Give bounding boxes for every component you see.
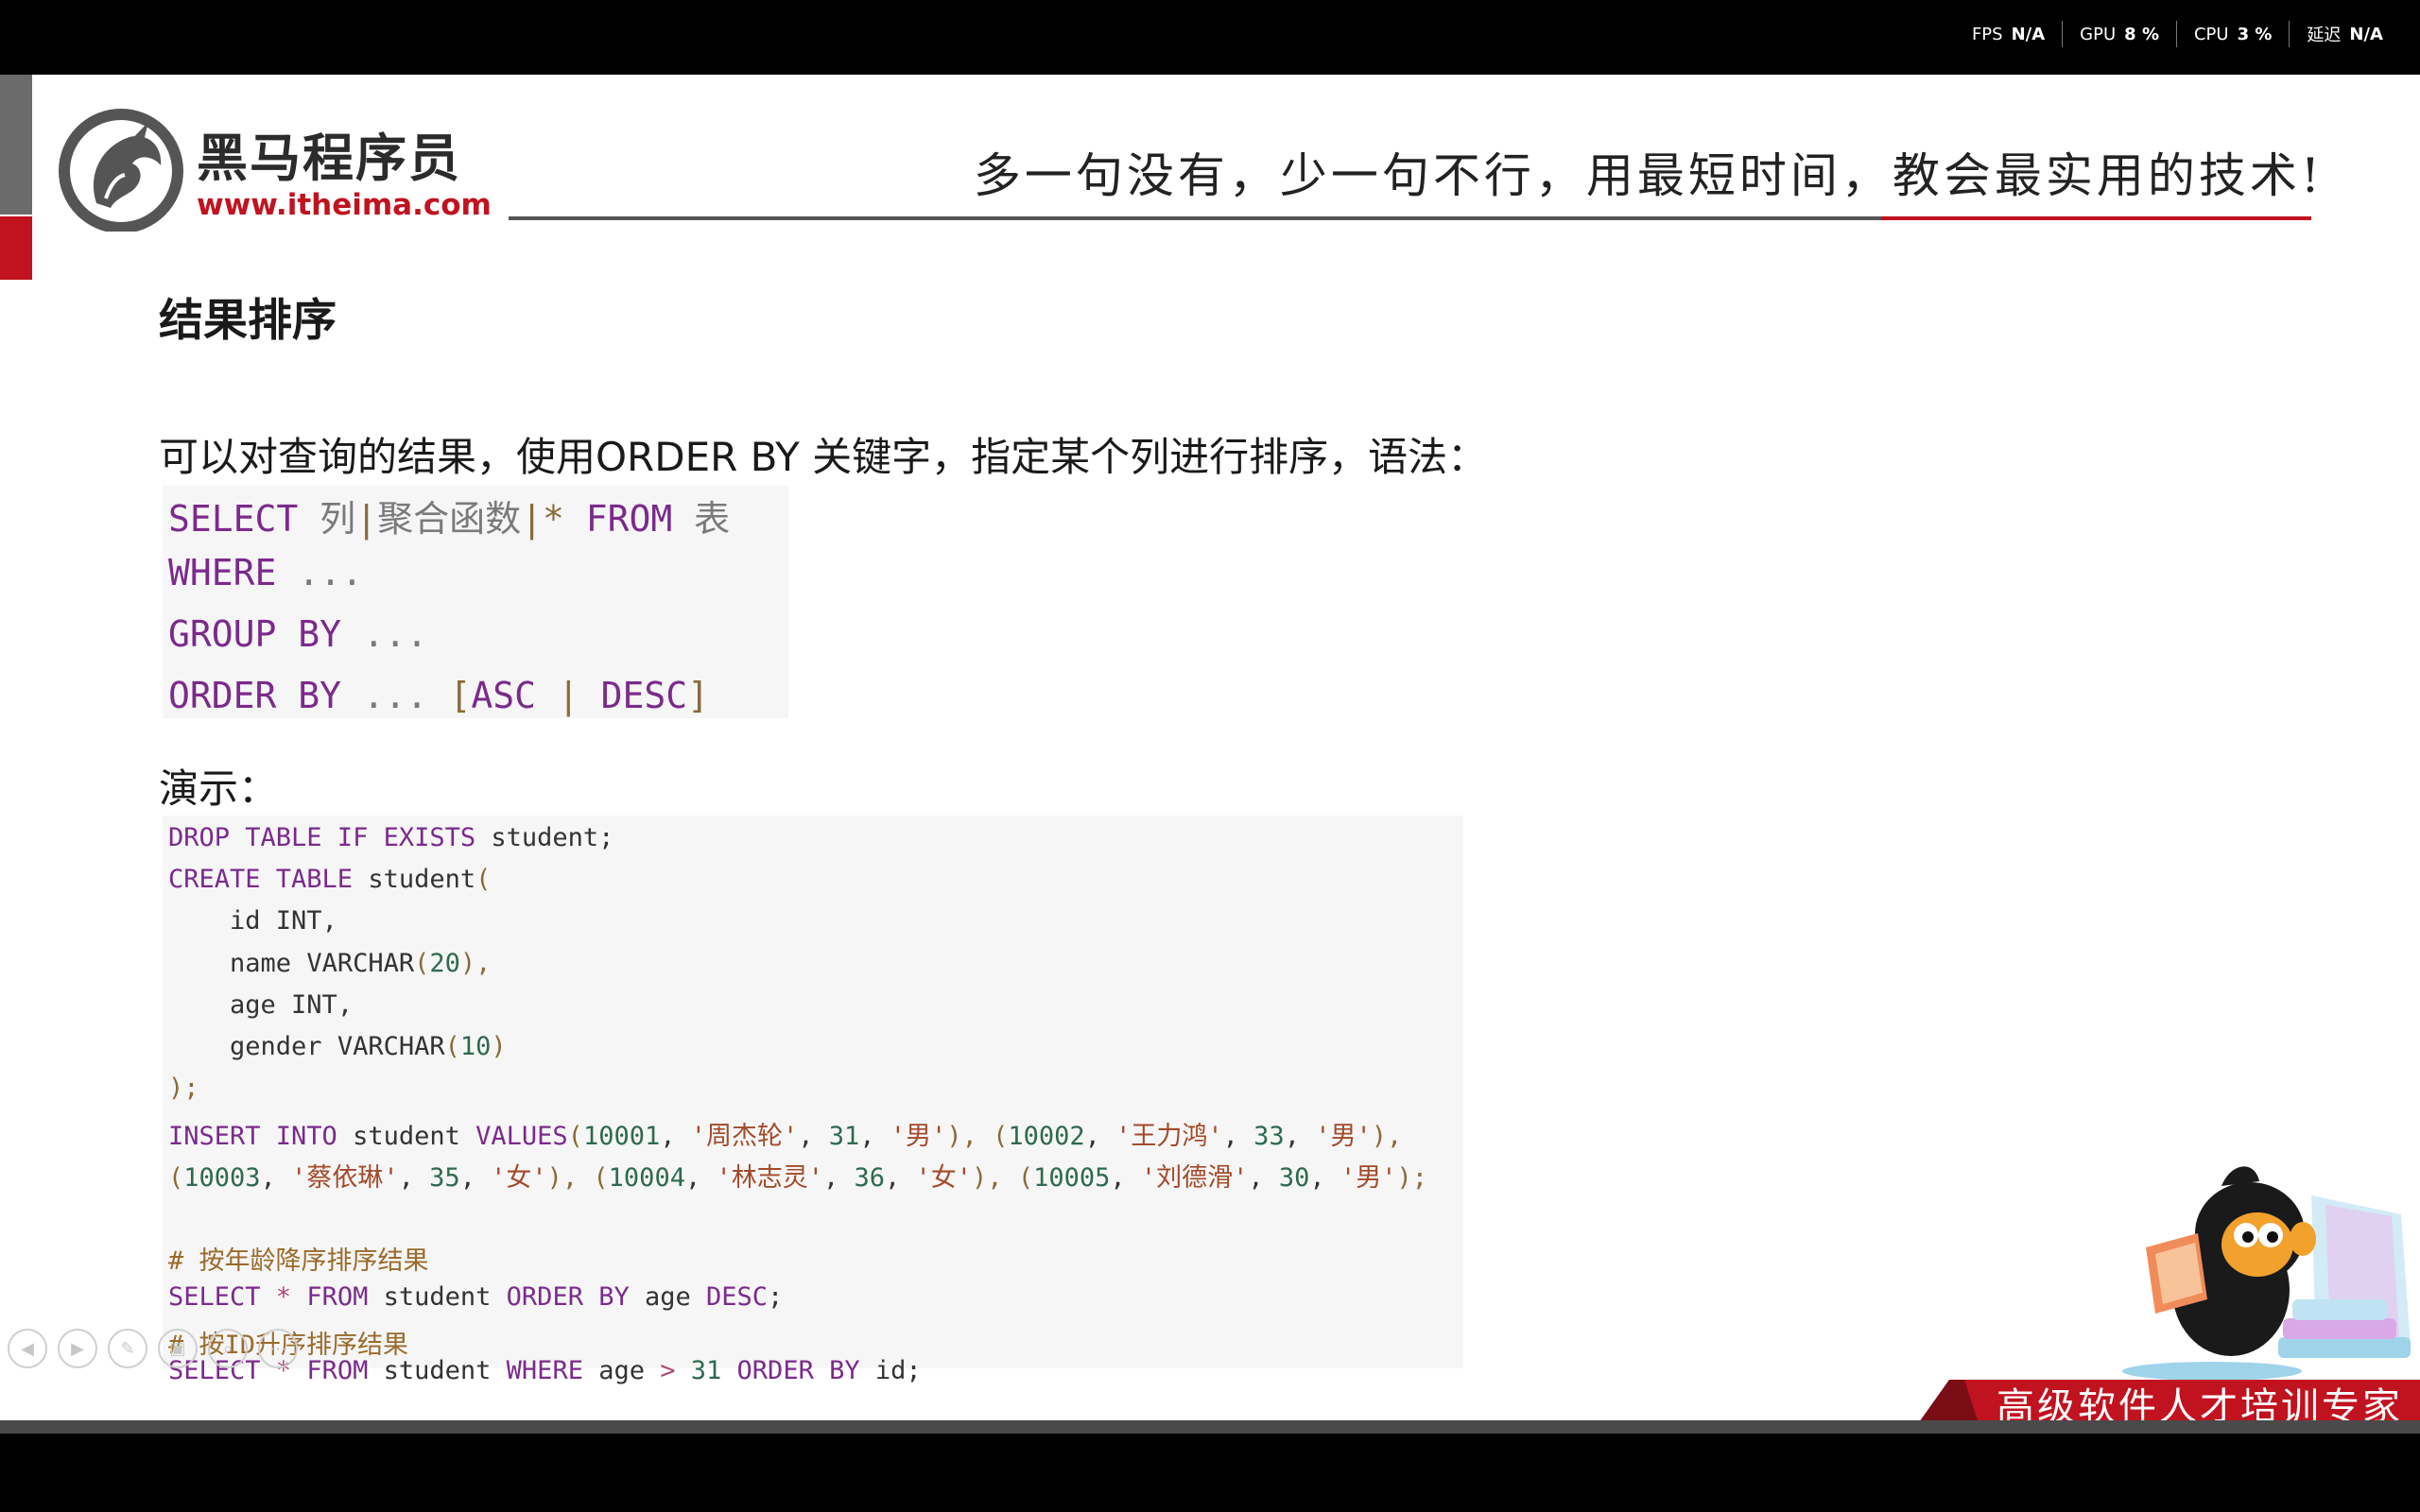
header-rule	[509, 216, 1881, 220]
slideshow-controls: ◀ ▶ ✎ ▣ ⌕ ⋯	[8, 1329, 298, 1368]
brand-logo: 黑马程序员 www.itheima.com	[197, 129, 492, 223]
code-line: CREATE TABLE student(	[168, 865, 492, 894]
slides-overview-icon[interactable]: ▣	[158, 1329, 198, 1368]
syntax-line: GROUP BY ...	[168, 613, 428, 655]
code-line: (10003, '蔡依琳', 35, '女'), (10004, '林志灵', …	[168, 1163, 1427, 1193]
previous-slide-icon[interactable]: ◀	[8, 1329, 47, 1368]
left-accent-gray	[0, 75, 32, 215]
bottom-strip	[0, 1420, 2420, 1434]
more-options-icon[interactable]: ⋯	[258, 1329, 298, 1368]
slide-title: 结果排序	[159, 295, 337, 347]
fps-stat: FPS N/A	[1971, 24, 2046, 44]
header-rule-accent	[1881, 216, 2311, 220]
code-line: DROP TABLE IF EXISTS student;	[168, 823, 614, 852]
syntax-line: WHERE ...	[168, 552, 363, 593]
top-status-bar: FPS N/A GPU 8 % CPU 3 % 延迟 N/A	[0, 0, 2420, 75]
performance-stats: FPS N/A GPU 8 % CPU 3 % 延迟 N/A	[1955, 21, 2400, 47]
pen-icon[interactable]: ✎	[108, 1329, 147, 1368]
cpu-stat: CPU 3 %	[2175, 21, 2289, 47]
next-slide-icon[interactable]: ▶	[58, 1329, 97, 1368]
code-line: gender VARCHAR(10)	[168, 1032, 507, 1061]
code-line: INSERT INTO student VALUES(10001, '周杰轮',…	[168, 1122, 1403, 1151]
syntax-line: ORDER BY ... [ASC | DESC]	[168, 675, 710, 716]
demo-label: 演示：	[159, 765, 279, 812]
zoom-icon[interactable]: ⌕	[208, 1329, 248, 1368]
bottom-black-area	[0, 1434, 2420, 1512]
intro-text: 可以对查询的结果，使用ORDER BY 关键字，指定某个列进行排序，语法：	[159, 434, 1488, 480]
code-line: age INT,	[168, 990, 354, 1020]
syntax-block: SELECT 列|聚合函数|* FROM 表 WHERE ... GROUP B…	[163, 486, 788, 718]
presentation-slide: 黑马程序员 www.itheima.com 多一句没有，少一句不行，用最短时间，…	[0, 75, 2420, 1420]
code-comment: # 按年龄降序排序结果	[168, 1246, 429, 1276]
syntax-line: SELECT 列|聚合函数|* FROM 表	[168, 498, 731, 540]
monkey-mascot-icon	[2122, 1166, 2411, 1381]
code-line: id INT,	[168, 906, 337, 936]
code-line: );	[168, 1074, 199, 1103]
left-accent-red	[0, 216, 32, 280]
slogan: 多一句没有，少一句不行，用最短时间，教会最实用的技术!	[973, 148, 2324, 203]
code-line: SELECT * FROM student ORDER BY age DESC;	[168, 1282, 784, 1312]
brand-url: www.itheima.com	[197, 188, 492, 222]
latency-stat: 延迟 N/A	[2289, 21, 2400, 47]
banner-text: 高级软件人才培训专家	[1996, 1385, 2403, 1420]
code-line: name VARCHAR(20),	[168, 949, 492, 978]
brand-name: 黑马程序员	[197, 129, 461, 188]
gpu-stat: GPU 8 %	[2062, 21, 2176, 47]
code-block: DROP TABLE IF EXISTS student; CREATE TAB…	[163, 816, 1463, 1368]
